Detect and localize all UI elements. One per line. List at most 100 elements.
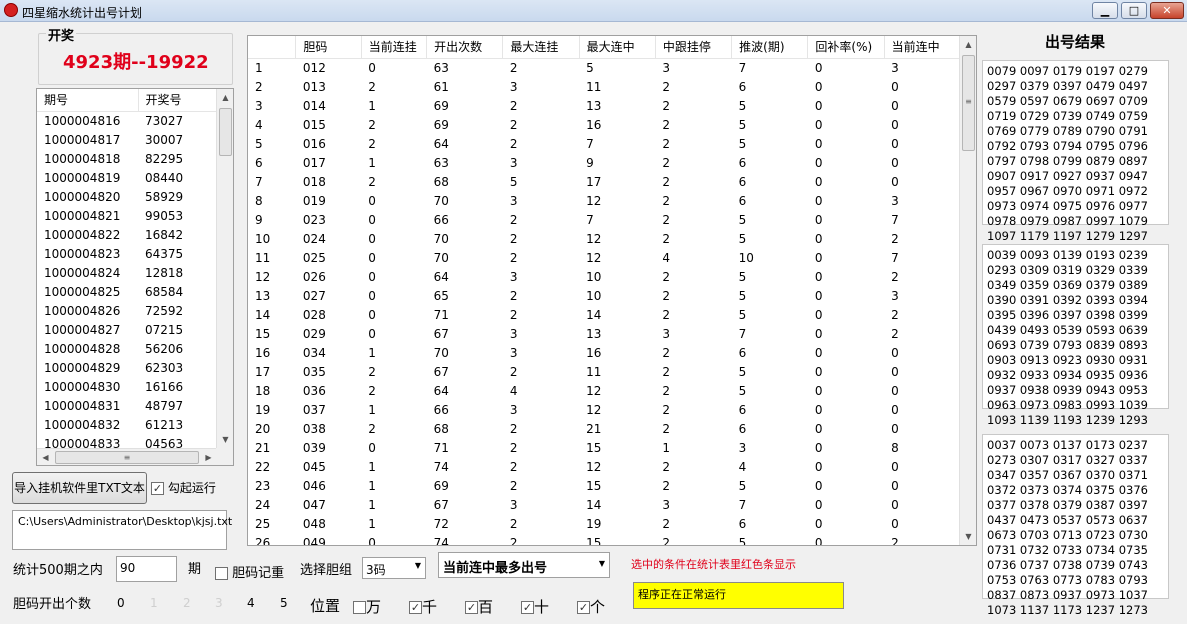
position-check[interactable]: ✓	[409, 601, 422, 614]
mode-select[interactable]: 当前连中最多出号 ▼	[438, 552, 610, 578]
position-ge[interactable]: ✓ 个	[577, 596, 605, 617]
import-txt-button[interactable]: 导入挂机软件里TXT文本	[12, 472, 147, 504]
position-check[interactable]: ✓	[465, 601, 478, 614]
table-row[interactable]: 1000004821 99053	[37, 206, 218, 225]
table-row[interactable]: 1000004828 56206	[37, 339, 218, 358]
dropdown-arrow-icon[interactable]: ▼	[599, 559, 605, 568]
position-check[interactable]: ✓	[577, 601, 590, 614]
history-header-issue[interactable]: 期号	[37, 89, 139, 112]
stat-period-input[interactable]: 90	[116, 556, 177, 582]
history-list[interactable]: 期号 开奖号 1000004816 73027 1000004817 30007 100…	[36, 88, 234, 466]
file-path-field[interactable]: C:\Users\Administrator\Desktop\kjsj.txt	[12, 510, 232, 550]
scroll-down-icon[interactable]: ▼	[217, 431, 233, 448]
close-button[interactable]: ✕	[1150, 2, 1184, 19]
stats-header-0[interactable]	[248, 36, 297, 59]
table-row[interactable]: 21 039 0 71 2 15 1 3 0 8	[248, 438, 961, 457]
position-bai[interactable]: ✓ 百	[465, 596, 493, 617]
result-box-2[interactable]: 0039 0093 0139 0193 0239 0293 0309 0319 …	[982, 244, 1169, 427]
stats-cell: 0	[368, 326, 376, 341]
dan-memo-checkbox[interactable]: 胆码记重	[215, 562, 284, 581]
stats-header-9[interactable]: 当前连中	[884, 36, 962, 59]
position-wan[interactable]: 万	[353, 596, 381, 617]
position-check[interactable]: ✓	[521, 601, 534, 614]
stats-header-5[interactable]: 最大连中	[579, 36, 656, 59]
table-row[interactable]: 26 049 0 74 2 15 2 5 0 2	[248, 533, 961, 546]
table-row[interactable]: 9 023 0 66 2 7 2 5 0 7	[248, 210, 961, 229]
table-row[interactable]: 1000004818 82295	[37, 149, 218, 168]
table-row[interactable]: 1000004825 68584	[37, 282, 218, 301]
scroll-right-icon[interactable]: ▶	[200, 449, 217, 465]
result-box-1[interactable]: 0079 0097 0179 0197 0279 0297 0379 0397 …	[982, 60, 1169, 243]
table-row[interactable]: 1000004817 30007	[37, 130, 218, 149]
table-row[interactable]: 22 045 1 74 2 12 2 4 0 0	[248, 457, 961, 476]
table-row[interactable]: 1000004819 08440	[37, 168, 218, 187]
table-row[interactable]: 2 013 2 61 3 11 2 6 0 0	[248, 77, 961, 96]
table-row[interactable]: 1000004823 64375	[37, 244, 218, 263]
table-row[interactable]: 24 047 1 67 3 14 3 7 0 0	[248, 495, 961, 514]
scroll-up-icon[interactable]: ▲	[217, 89, 233, 106]
table-row[interactable]: 18 036 2 64 4 12 2 5 0 0	[248, 381, 961, 400]
table-row[interactable]: 16 034 1 70 3 16 2 6 0 0	[248, 343, 961, 362]
table-row[interactable]: 7 018 2 68 5 17 2 6 0 0	[248, 172, 961, 191]
table-row[interactable]: 23 046 1 69 2 15 2 5 0 0	[248, 476, 961, 495]
table-row[interactable]: 1000004832 61213	[37, 415, 218, 434]
table-row[interactable]: 1000004829 62303	[37, 358, 218, 377]
scroll-thumb[interactable]	[219, 108, 232, 156]
history-vscroll[interactable]: ▲ ▼	[216, 89, 233, 448]
auto-run-checkbox[interactable]: ✓ 勾起运行	[151, 479, 216, 496]
table-row[interactable]: 1 012 0 63 2 5 3 7 0 3	[248, 58, 961, 77]
scroll-left-icon[interactable]: ◀	[37, 449, 54, 465]
table-row[interactable]: 1000004816 73027	[37, 111, 218, 130]
table-row[interactable]: 14 028 0 71 2 14 2 5 0 2	[248, 305, 961, 324]
stats-cell: 2	[509, 288, 518, 303]
hscroll-thumb[interactable]: ≡	[55, 451, 199, 464]
stats-cell: 1	[368, 497, 376, 512]
table-row[interactable]: 1000004820 58929	[37, 187, 218, 206]
table-row[interactable]: 13 027 0 65 2 10 2 5 0 3	[248, 286, 961, 305]
stats-header-1[interactable]: 胆码	[295, 36, 362, 59]
stats-header-6[interactable]: 中跟挂停	[655, 36, 733, 59]
stats-header-2[interactable]: 当前连挂	[361, 36, 428, 59]
table-row[interactable]: 19 037 1 66 3 12 2 6 0 0	[248, 400, 961, 419]
maximize-button[interactable]: □	[1121, 2, 1147, 19]
history-hscroll[interactable]: ◀ ≡ ▶	[37, 448, 217, 465]
stats-header-4[interactable]: 最大连挂	[502, 36, 580, 59]
scroll-up-icon[interactable]: ▲	[960, 36, 976, 53]
table-row[interactable]: 6 017 1 63 3 9 2 6 0 0	[248, 153, 961, 172]
table-row[interactable]: 1000004824 12818	[37, 263, 218, 282]
stats-header-7[interactable]: 推波(期)	[731, 36, 809, 59]
table-row[interactable]: 3 014 1 69 2 13 2 5 0 0	[248, 96, 961, 115]
position-shi[interactable]: ✓ 十	[521, 596, 549, 617]
table-row[interactable]: 15 029 0 67 3 13 3 7 0 2	[248, 324, 961, 343]
minimize-button[interactable]: ▁	[1092, 2, 1118, 19]
table-row[interactable]: 25 048 1 72 2 19 2 6 0 0	[248, 514, 961, 533]
auto-run-check[interactable]: ✓	[151, 482, 164, 495]
stats-header-3[interactable]: 开出次数	[426, 36, 504, 59]
stats-header-8[interactable]: 回补率(%)	[807, 36, 885, 59]
table-row[interactable]: 1000004822 16842	[37, 225, 218, 244]
table-row[interactable]: 1000004827 07215	[37, 320, 218, 339]
scroll-down-icon[interactable]: ▼	[960, 528, 976, 545]
position-check[interactable]	[353, 601, 366, 614]
table-row[interactable]: 1000004830 16166	[37, 377, 218, 396]
table-row[interactable]: 8 019 0 70 3 12 2 6 0 3	[248, 191, 961, 210]
scroll-thumb[interactable]: ≡	[962, 55, 975, 151]
stats-cell: 63	[433, 155, 449, 170]
dan-memo-check[interactable]	[215, 567, 228, 580]
table-row[interactable]: 10 024 0 70 2 12 2 5 0 2	[248, 229, 961, 248]
history-header-number[interactable]: 开奖号	[138, 89, 218, 112]
table-row[interactable]: 1000004826 72592	[37, 301, 218, 320]
table-row[interactable]: 1000004831 48797	[37, 396, 218, 415]
table-row[interactable]: 17 035 2 67 2 11 2 5 0 0	[248, 362, 961, 381]
table-row[interactable]: 12 026 0 64 3 10 2 5 0 2	[248, 267, 961, 286]
group-select[interactable]: 3码 ▼	[362, 557, 426, 579]
stats-vscroll[interactable]: ▲ ≡ ▼	[959, 36, 976, 545]
stats-list[interactable]: 胆码 当前连挂 开出次数 最大连挂 最大连中 中跟挂停 推波(期) 回补率(%) 当前连中 10…	[247, 35, 977, 546]
result-box-3[interactable]: 0037 0073 0137 0173 0237 0273 0307 0317 …	[982, 434, 1169, 617]
table-row[interactable]: 11 025 0 70 2 12 4 10 0 7	[248, 248, 961, 267]
table-row[interactable]: 4 015 2 69 2 16 2 5 0 0	[248, 115, 961, 134]
table-row[interactable]: 5 016 2 64 2 7 2 5 0 0	[248, 134, 961, 153]
dropdown-arrow-icon[interactable]: ▼	[415, 561, 421, 570]
table-row[interactable]: 20 038 2 68 2 21 2 6 0 0	[248, 419, 961, 438]
position-qian[interactable]: ✓ 千	[409, 596, 437, 617]
